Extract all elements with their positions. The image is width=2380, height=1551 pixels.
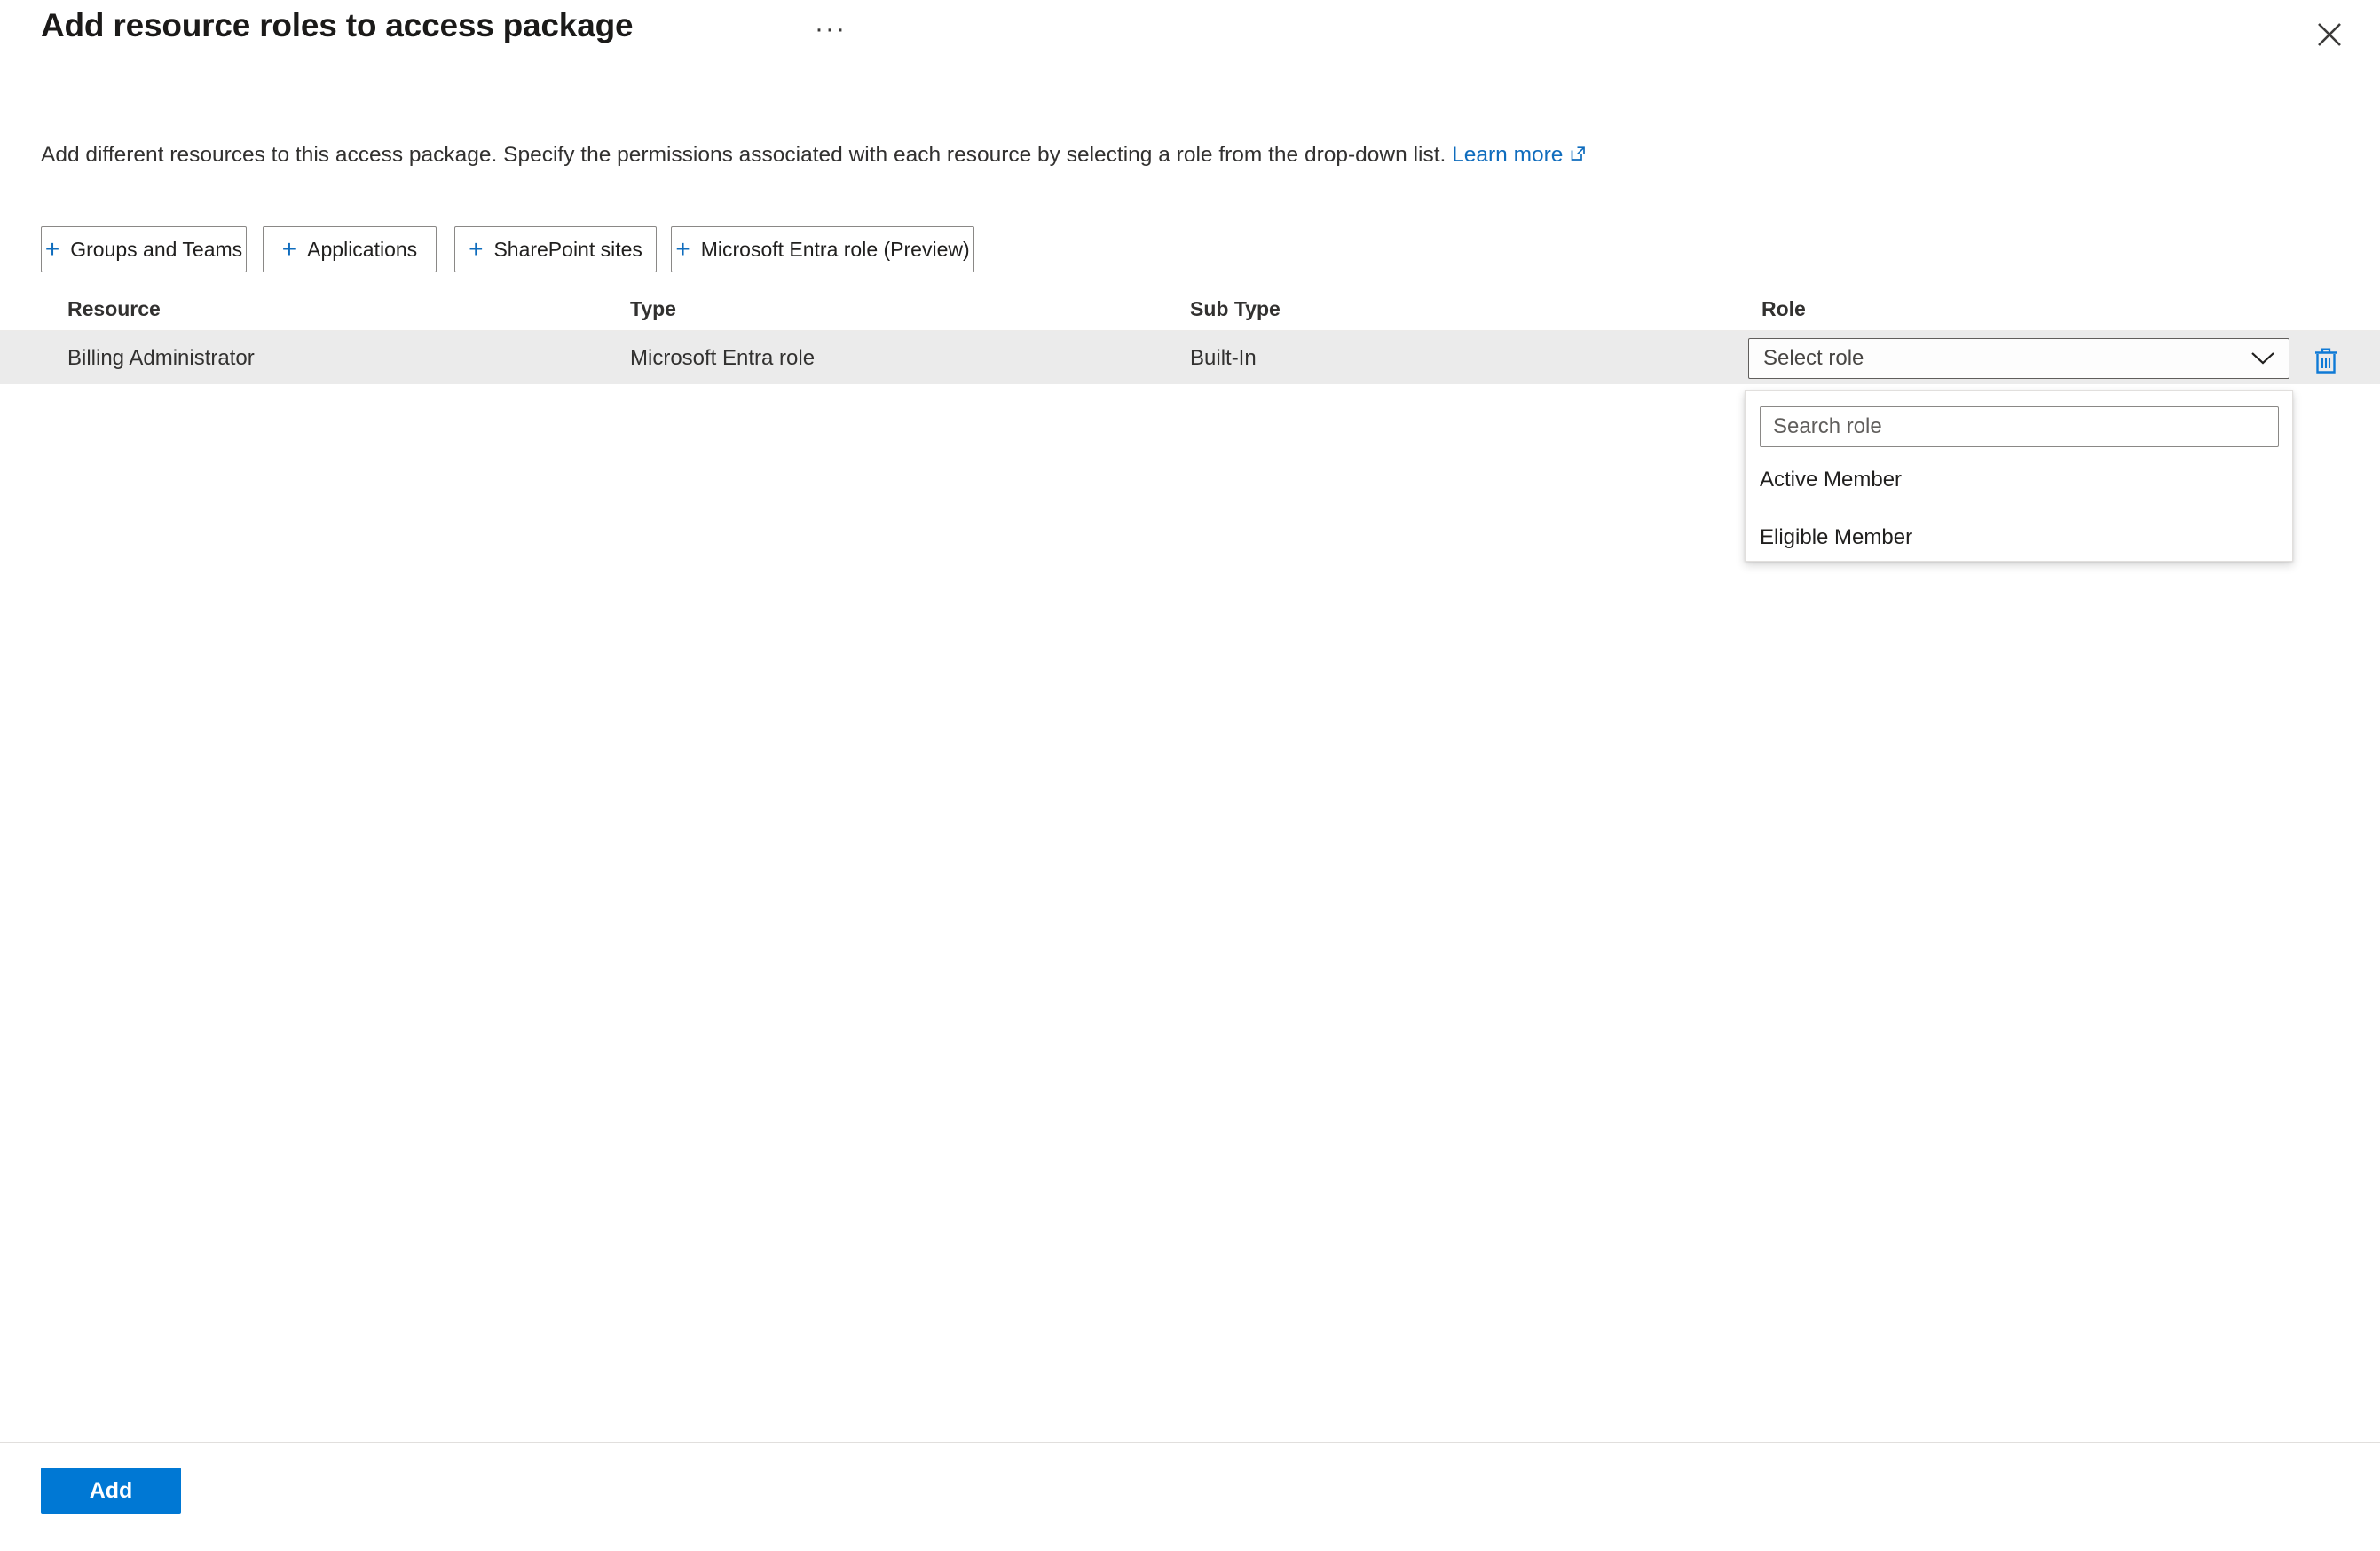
add-applications-button[interactable]: + Applications [263,226,437,272]
plus-icon: + [675,235,690,263]
role-option-eligible-member[interactable]: Eligible Member [1746,518,2294,557]
delete-resource-button[interactable] [2305,343,2346,379]
external-link-icon [1569,141,1587,171]
cell-sub-type: Built-In [1190,346,1257,370]
learn-more-link[interactable]: Learn more [1452,143,1587,167]
add-entra-role-label: Microsoft Entra role (Preview) [700,237,970,261]
more-options-button[interactable]: ··· [815,16,847,43]
role-dropdown-panel: Active Member Eligible Member [1745,390,2293,562]
page-title: Add resource roles to access package [41,7,634,43]
add-resource-roles-panel: Add resource roles to access package ···… [0,0,2380,1551]
column-header-role: Role [1761,297,1806,320]
column-header-type: Type [630,297,676,320]
table-row: Billing Administrator Microsoft Entra ro… [0,331,2380,384]
add-groups-and-teams-button[interactable]: + Groups and Teams [41,226,247,272]
learn-more-label: Learn more [1452,143,1564,167]
cell-type: Microsoft Entra role [630,346,816,370]
column-header-resource: Resource [67,297,161,320]
column-header-sub-type: Sub Type [1190,297,1281,320]
chevron-down-icon [2237,350,2289,366]
add-button[interactable]: Add [41,1468,181,1514]
panel-header: Add resource roles to access package ··· [0,0,2380,82]
search-role-input[interactable] [1760,406,2279,447]
resources-table: Resource Type Sub Type Role Billing Admi… [0,288,2380,384]
add-sharepoint-sites-button[interactable]: + SharePoint sites [454,226,657,272]
panel-description: Add different resources to this access p… [41,140,1587,171]
footer-divider [0,1442,2380,1443]
role-select[interactable]: Select role [1748,338,2289,379]
add-groups-and-teams-label: Groups and Teams [70,237,243,261]
plus-icon: + [44,235,60,263]
close-button[interactable] [2304,9,2355,60]
description-text: Add different resources to this access p… [41,143,1446,167]
role-select-wrapper: Select role [1748,338,2289,379]
add-applications-label: Applications [307,237,418,261]
add-sharepoint-sites-label: SharePoint sites [493,237,642,261]
plus-icon: + [281,235,297,263]
role-option-active-member[interactable]: Active Member [1746,461,2294,500]
add-entra-role-button[interactable]: + Microsoft Entra role (Preview) [671,226,974,272]
table-header-row: Resource Type Sub Type Role [0,288,2380,331]
role-select-value: Select role [1763,346,1864,370]
close-icon [2318,23,2341,46]
cell-resource: Billing Administrator [67,346,255,370]
trash-icon [2315,348,2337,374]
plus-icon: + [469,235,484,263]
